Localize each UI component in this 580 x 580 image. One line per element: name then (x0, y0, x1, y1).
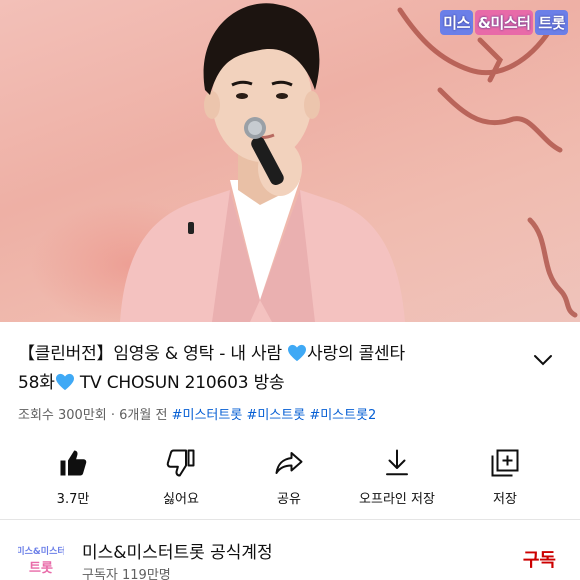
hashtag-link[interactable]: #미스터트롯 (172, 408, 243, 423)
dislike-button[interactable]: 싫어요 (126, 440, 236, 510)
performer-image (120, 3, 405, 322)
chevron-down-icon[interactable] (532, 352, 554, 368)
hashtag-link[interactable]: #미스트롯2 (309, 408, 376, 423)
download-button[interactable]: 오프라인 저장 (342, 440, 452, 510)
thumbs-up-filled-icon (60, 450, 87, 476)
divider (0, 519, 580, 520)
view-count: 조회수 300만회 (18, 408, 107, 423)
blue-heart-icon (288, 344, 307, 362)
title-segment: TV CHOSUN 210603 방송 (74, 373, 285, 393)
like-button[interactable]: 3.7만 (18, 440, 128, 510)
background-scribble (527, 217, 578, 318)
avatar-text-bottom: 트롯 (29, 561, 53, 576)
hashtag-link[interactable]: #미스트롯 (246, 408, 305, 423)
like-count: 3.7만 (56, 492, 90, 507)
share-button[interactable]: 공유 (234, 440, 344, 510)
logo-part: 미스 (440, 10, 473, 35)
video-player[interactable]: 미스 &미스터 트롯 (0, 0, 580, 322)
video-title-block[interactable]: 【클린버전】임영웅 & 영탁 - 내 사람 사랑의 콜센타 58화 TV CHO… (18, 340, 518, 398)
title-segment: 58화 (18, 373, 55, 393)
save-button[interactable]: 저장 (450, 440, 560, 510)
blue-heart-icon (55, 373, 74, 391)
save-label: 저장 (493, 492, 517, 507)
download-label: 오프라인 저장 (359, 492, 435, 507)
subscriber-count: 구독자 119만명 (82, 568, 171, 580)
channel-logo-watermark: 미스 &미스터 트롯 (440, 10, 568, 35)
video-meta: 조회수 300만회 · 6개월 전 #미스터트롯 #미스트롯 #미스트롯2 (18, 404, 376, 423)
share-icon (275, 452, 303, 474)
avatar-text-top: 미스&미스터 (18, 545, 64, 557)
channel-name[interactable]: 미스&미스터트롯 공식계정 (82, 538, 273, 563)
thumbs-down-icon (166, 449, 195, 477)
meta-separator: · (106, 408, 120, 423)
logo-part: 트롯 (535, 10, 568, 35)
video-title: 【클린버전】임영웅 & 영탁 - 내 사람 사랑의 콜센타 58화 TV CHO… (18, 340, 518, 398)
title-segment: 사랑의 콜센타 (307, 344, 405, 364)
channel-avatar[interactable]: 미스&미스터 트롯 (18, 540, 64, 580)
logo-part: &미스터 (474, 10, 534, 35)
upload-age: 6개월 전 (119, 408, 168, 423)
add-to-playlist-icon (491, 449, 519, 477)
dislike-label: 싫어요 (163, 492, 199, 507)
subscribe-button[interactable]: 구독 (523, 546, 556, 572)
action-bar: 3.7만 싫어요 공유 오프라인 저장 저장 (0, 440, 580, 510)
title-segment: 【클린버전】임영웅 & 영탁 - 내 사람 (18, 344, 288, 364)
download-icon (386, 449, 408, 476)
share-label: 공유 (277, 492, 301, 507)
